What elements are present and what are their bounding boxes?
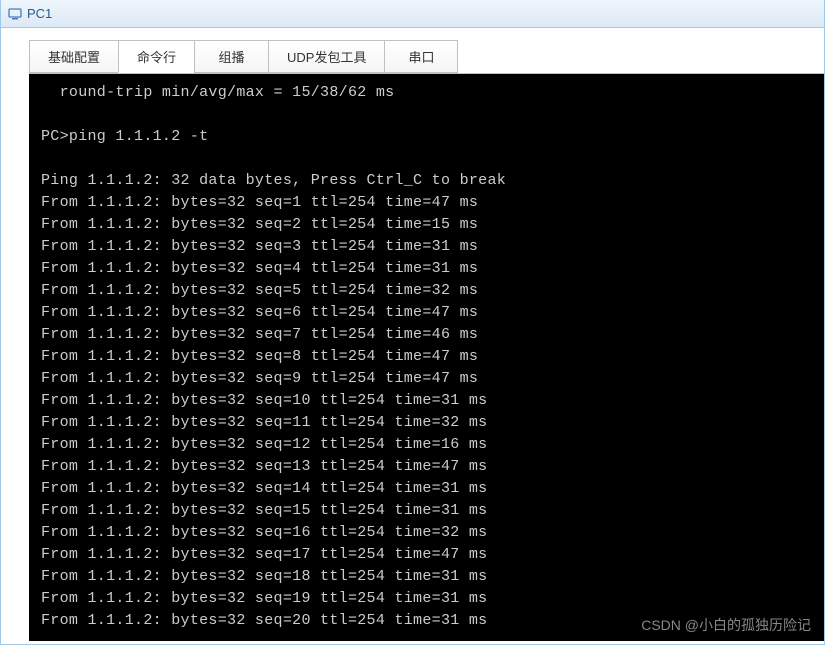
content-area: 基础配置命令行组播UDP发包工具串口 round-trip min/avg/ma… (1, 28, 824, 641)
app-window: PC1 基础配置命令行组播UDP发包工具串口 round-trip min/av… (0, 0, 825, 645)
watermark: CSDN @小白的孤独历险记 (641, 615, 811, 635)
window-title: PC1 (27, 6, 52, 21)
tab-3[interactable]: UDP发包工具 (268, 40, 384, 73)
tab-4[interactable]: 串口 (384, 40, 458, 73)
tabstrip: 基础配置命令行组播UDP发包工具串口 (29, 40, 824, 73)
titlebar[interactable]: PC1 (1, 0, 824, 28)
terminal-output[interactable]: round-trip min/avg/max = 15/38/62 ms PC>… (29, 73, 824, 641)
tab-0[interactable]: 基础配置 (29, 40, 118, 73)
tab-1[interactable]: 命令行 (118, 40, 194, 73)
tab-2[interactable]: 组播 (194, 40, 268, 73)
pc-icon (7, 6, 23, 22)
